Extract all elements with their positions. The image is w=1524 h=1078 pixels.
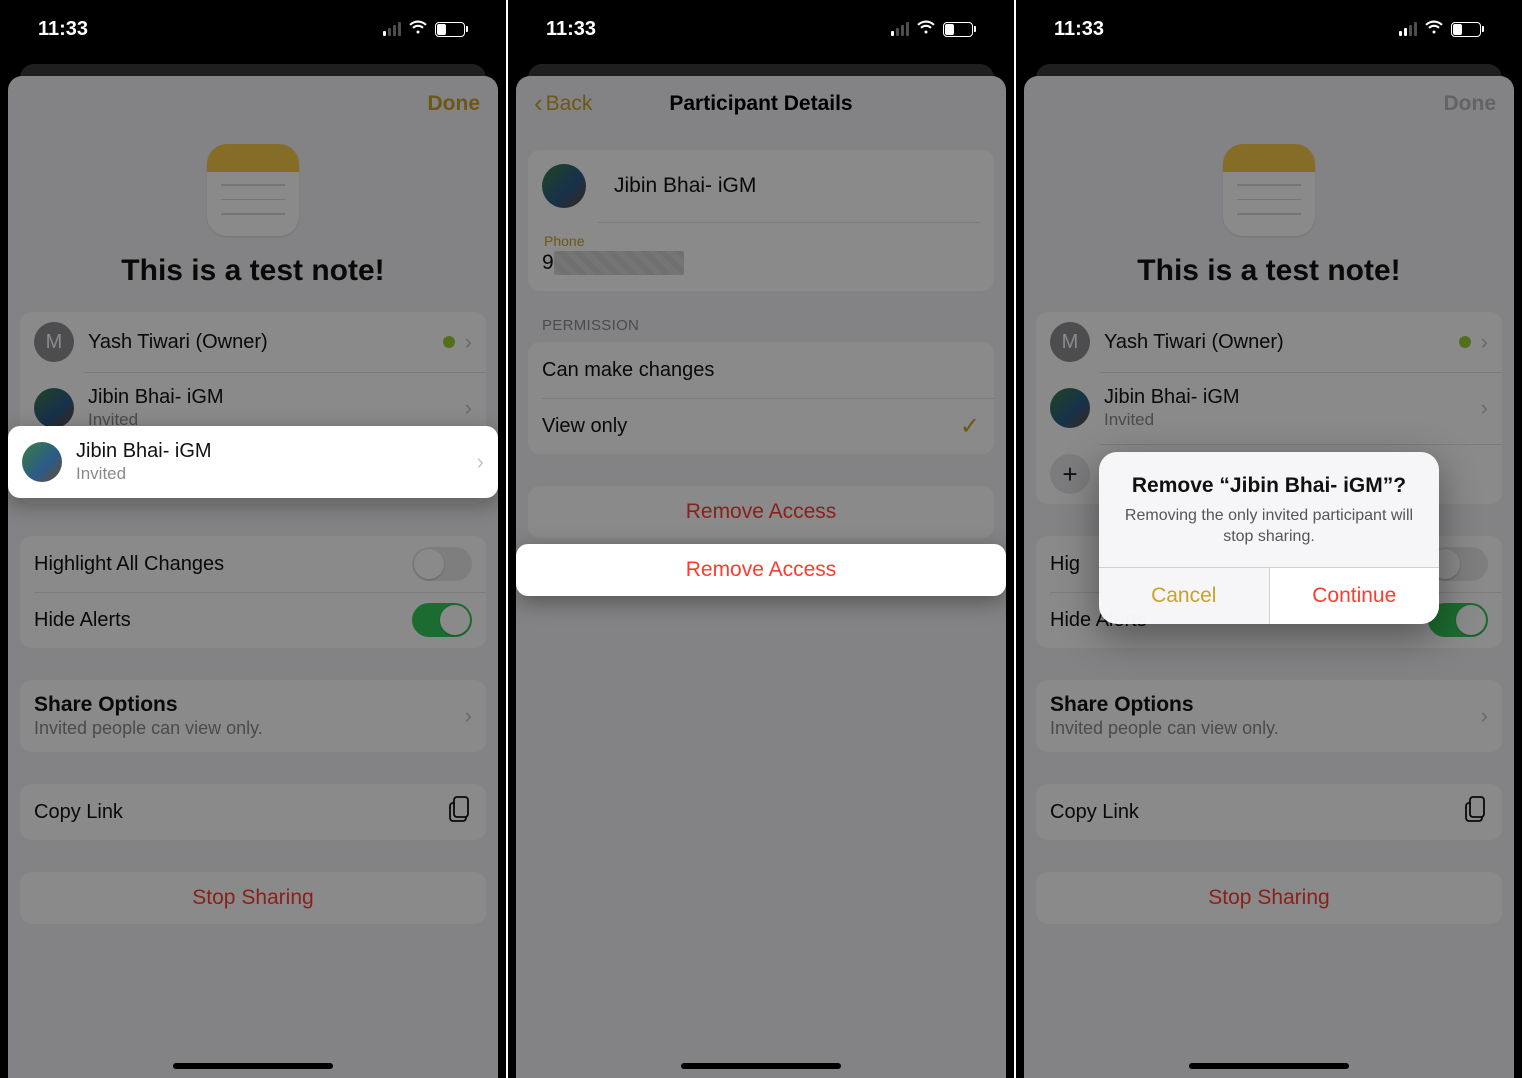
- alert-message: Removing the only invited participant wi…: [1121, 506, 1417, 548]
- alert-cancel-button[interactable]: Cancel: [1099, 568, 1270, 624]
- share-sheet: Done This is a test note! M Yash Tiwari …: [8, 76, 498, 1078]
- status-bar: 11:33 35: [508, 0, 1014, 58]
- participant-name: Jibin Bhai- iGM: [614, 174, 756, 198]
- status-icons: 35: [891, 20, 976, 38]
- view-only-label: View only: [542, 415, 960, 438]
- can-make-changes-label: Can make changes: [542, 359, 980, 382]
- highlight-changes-row: Highlight All Changes: [20, 536, 486, 592]
- chevron-right-icon: ›: [465, 395, 472, 421]
- hide-alerts-row: Hide Alerts: [20, 592, 486, 648]
- alert-backdrop: Remove “Jibin Bhai- iGM”? Removing the o…: [1016, 58, 1522, 1078]
- status-icons: 35: [383, 20, 468, 38]
- highlight-changes-toggle[interactable]: [412, 547, 472, 581]
- cellular-signal-icon: [891, 22, 909, 36]
- avatar: [542, 164, 586, 208]
- avatar: [22, 442, 62, 482]
- copy-link-label: Copy Link: [34, 801, 448, 824]
- note-title: This is a test note!: [8, 254, 498, 312]
- status-bar: 11:33 35: [0, 0, 506, 58]
- share-options-group: Share Options Invited people can view on…: [20, 680, 486, 752]
- copy-link-group: Copy Link: [20, 784, 486, 840]
- status-time: 11:33: [546, 18, 596, 41]
- avatar: M: [34, 322, 74, 362]
- checkmark-icon: ✓: [960, 412, 980, 441]
- remove-access-button-dimmed[interactable]: Remove Access: [528, 486, 994, 538]
- participant-row-highlighted[interactable]: Jibin Bhai- iGM Invited ›: [8, 426, 498, 498]
- participant-status: Invited: [76, 464, 477, 484]
- wifi-icon: [916, 20, 936, 38]
- battery-icon: 35: [1451, 22, 1484, 37]
- chevron-right-icon: ›: [477, 449, 484, 475]
- chevron-left-icon: ‹: [534, 88, 543, 119]
- permission-view-only[interactable]: View only ✓: [528, 398, 994, 454]
- settings-group: Highlight All Changes Hide Alerts: [20, 536, 486, 648]
- remove-access-label: Remove Access: [530, 558, 992, 582]
- status-icons: 35: [1399, 20, 1484, 38]
- cellular-signal-icon: [1399, 22, 1417, 36]
- chevron-right-icon: ›: [465, 703, 472, 729]
- chevron-right-icon: ›: [465, 329, 472, 355]
- home-indicator: [681, 1063, 841, 1069]
- cellular-signal-icon: [383, 22, 401, 36]
- phone-prefix: 9: [542, 251, 554, 274]
- avatar: [34, 388, 74, 428]
- permission-group: Can make changes View only ✓: [528, 342, 994, 454]
- notes-app-icon: [207, 144, 299, 236]
- highlight-changes-label: Highlight All Changes: [34, 553, 412, 576]
- status-bar: 11:33 35: [1016, 0, 1522, 58]
- share-options-title: Share Options: [34, 693, 465, 717]
- stop-sharing-label: Stop Sharing: [34, 886, 472, 910]
- done-button[interactable]: Done: [428, 92, 481, 116]
- hide-alerts-toggle[interactable]: [412, 603, 472, 637]
- participant-name: Jibin Bhai- iGM: [76, 440, 477, 463]
- permission-section-label: PERMISSION: [542, 317, 980, 334]
- back-button[interactable]: ‹Back: [534, 90, 592, 119]
- phone-number: 9XXXXXXXXX: [542, 251, 980, 275]
- alert-title: Remove “Jibin Bhai- iGM”?: [1121, 474, 1417, 498]
- owner-name: Yash Tiwari (Owner): [88, 331, 443, 354]
- hide-alerts-label: Hide Alerts: [34, 609, 412, 632]
- alert-continue-button[interactable]: Continue: [1270, 568, 1440, 624]
- copy-icon: [448, 795, 472, 830]
- phone-masked: XXXXXXXXX: [554, 251, 684, 275]
- wifi-icon: [1424, 20, 1444, 38]
- back-label: Back: [546, 92, 593, 116]
- remove-access-group: Remove Access: [528, 486, 994, 538]
- home-indicator: [1189, 1063, 1349, 1069]
- remove-access-label: Remove Access: [542, 500, 980, 524]
- permission-can-make-changes[interactable]: Can make changes: [528, 342, 994, 398]
- battery-icon: 35: [435, 22, 468, 37]
- participant-name: Jibin Bhai- iGM: [88, 386, 465, 409]
- phone-field-label: Phone: [544, 233, 980, 249]
- remove-participant-alert: Remove “Jibin Bhai- iGM”? Removing the o…: [1099, 452, 1439, 625]
- status-time: 11:33: [38, 18, 88, 41]
- presence-dot-icon: [443, 336, 455, 348]
- home-indicator: [173, 1063, 333, 1069]
- remove-access-button[interactable]: Remove Access: [516, 544, 1006, 596]
- stop-sharing-group: Stop Sharing: [20, 872, 486, 924]
- copy-link-row[interactable]: Copy Link: [20, 784, 486, 840]
- wifi-icon: [408, 20, 428, 38]
- share-options-sub: Invited people can view only.: [34, 718, 465, 739]
- participant-card: Jibin Bhai- iGM Phone 9XXXXXXXXX: [528, 150, 994, 291]
- status-time: 11:33: [1054, 18, 1104, 41]
- battery-icon: 35: [943, 22, 976, 37]
- share-options-row[interactable]: Share Options Invited people can view on…: [20, 680, 486, 752]
- owner-row[interactable]: M Yash Tiwari (Owner) ›: [20, 312, 486, 372]
- stop-sharing-button[interactable]: Stop Sharing: [20, 872, 486, 924]
